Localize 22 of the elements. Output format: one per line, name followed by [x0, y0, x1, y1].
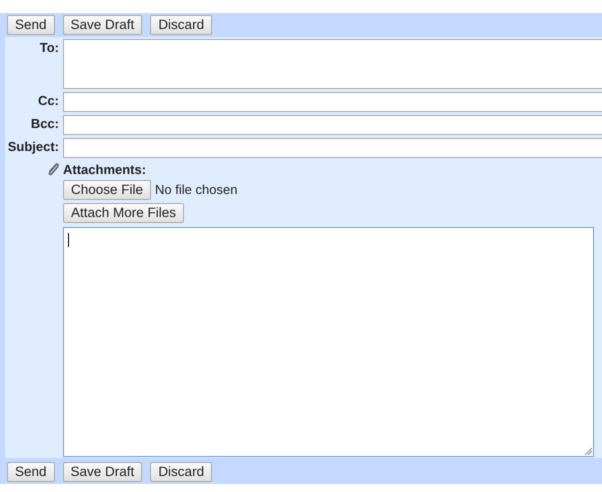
input-field[interactable] — [63, 115, 602, 135]
toolbar-button[interactable]: Save Draft — [62, 15, 142, 35]
toolbar-button[interactable]: Send — [7, 462, 55, 482]
choose-file-button[interactable]: Choose File — [63, 180, 152, 200]
field-label: Cc: — [37, 92, 59, 108]
message-body-field[interactable] — [63, 227, 594, 457]
field-label: Subject: — [6, 138, 59, 154]
attach-more-files-button[interactable]: Attach More Files — [63, 203, 184, 223]
field-label: To: — [38, 39, 59, 55]
input-field[interactable] — [63, 92, 602, 112]
attachments-label: Attachments: — [63, 162, 146, 176]
paperclip-icon — [46, 162, 61, 177]
toolbar-button[interactable]: Save Draft — [62, 462, 142, 482]
input-field[interactable] — [63, 39, 602, 89]
file-status: No file chosen — [155, 181, 238, 197]
toolbar-button[interactable]: Discard — [150, 462, 212, 482]
text-cursor — [68, 233, 69, 247]
resize-grip-icon — [584, 447, 592, 455]
field-label: Bcc: — [30, 115, 59, 131]
toolbar-button[interactable]: Discard — [150, 15, 212, 35]
input-field[interactable] — [63, 138, 602, 158]
toolbar-button[interactable]: Send — [7, 15, 55, 35]
